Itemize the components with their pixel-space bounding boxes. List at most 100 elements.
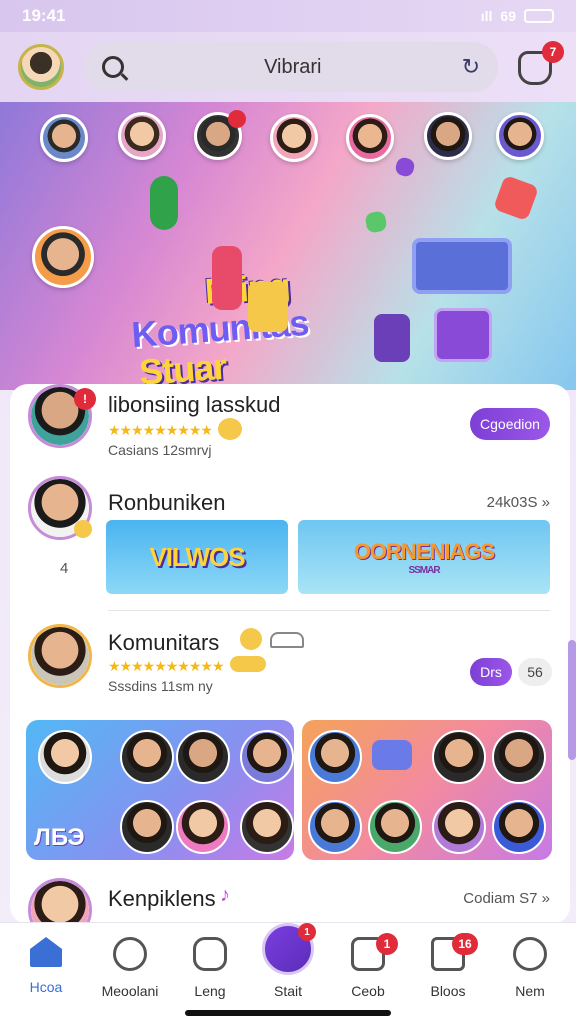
signal-icon: ıll (480, 8, 493, 24)
nav-explore[interactable]: Meoolani (94, 931, 166, 1005)
avatar[interactable] (40, 114, 88, 162)
post-subtitle: Sssdins 11sm ny (108, 678, 213, 694)
bag-illustration (248, 282, 288, 332)
avatar[interactable] (432, 800, 486, 854)
heart-icon (492, 174, 540, 222)
tablet-illustration (412, 238, 512, 294)
banner-title: OORNENIAGS (353, 538, 495, 564)
emoji-icon (74, 520, 92, 538)
search-bar[interactable]: ↻ (84, 42, 498, 92)
cube-icon (364, 210, 388, 234)
post-title: Kenpiklens (108, 886, 216, 911)
feed-post[interactable]: Kenpiklens ♪ Codiam S7 » (10, 874, 570, 924)
feed-post[interactable]: Komunitars ★★★★★★★★★★ Sssdins 11sm ny Dr… (10, 620, 570, 710)
connect-button[interactable]: Cgoedion (470, 408, 550, 440)
search-icon[interactable] (102, 56, 124, 78)
nav-badge: 1 (376, 933, 398, 955)
battery-icon (524, 9, 554, 23)
arcade-illustration (434, 308, 492, 362)
character-illustration (150, 176, 178, 230)
avatar[interactable] (38, 730, 92, 784)
member-count-button[interactable]: 56 (518, 658, 552, 686)
hero-avatar-row (0, 108, 576, 168)
avatar[interactable] (176, 800, 230, 854)
nav-badge: 1 (298, 923, 316, 941)
avatar[interactable] (176, 730, 230, 784)
status-icons: ıll 69 (481, 8, 554, 24)
home-indicator[interactable] (185, 1010, 391, 1016)
search-input[interactable] (134, 55, 452, 79)
rating-stars: ★★★★★★★★★★ (108, 658, 225, 674)
avatar[interactable] (240, 730, 294, 784)
post-subtitle: Casians 12smrvj (108, 442, 212, 458)
profile-icon (513, 937, 547, 971)
avatar[interactable] (496, 112, 544, 160)
post-meta[interactable]: 24k03S » (487, 494, 550, 511)
scrollbar[interactable] (568, 640, 576, 760)
nav-label: Ceob (351, 983, 385, 999)
cube-icon (372, 740, 412, 770)
chat-icon (193, 937, 227, 971)
level-badge (230, 656, 266, 672)
nav-label: Stait (273, 983, 302, 999)
avatar[interactable] (28, 878, 92, 924)
live-badge (228, 110, 246, 128)
rating-stars: ★★★★★★★★★ (108, 422, 213, 438)
nav-profile[interactable]: Nem (494, 931, 566, 1005)
avatar[interactable] (424, 112, 472, 160)
avatar[interactable] (270, 114, 318, 162)
explore-icon (113, 937, 147, 971)
nav-create[interactable]: 1 Stait (252, 923, 324, 999)
join-button[interactable]: Drs (470, 658, 512, 686)
crown-icon (270, 632, 304, 648)
post-meta[interactable]: Codiam S7 » (463, 890, 550, 907)
avatar[interactable] (492, 730, 546, 784)
avatar[interactable] (492, 800, 546, 854)
avatar[interactable] (368, 800, 422, 854)
post-title: Komunitars (108, 630, 220, 655)
featured-avatar[interactable] (32, 226, 94, 288)
avatar[interactable] (120, 730, 174, 784)
avatar[interactable] (240, 800, 294, 854)
nav-label: Nem (515, 983, 545, 999)
avatar[interactable] (118, 112, 166, 160)
nav-chat[interactable]: Leng (174, 931, 246, 1005)
emoji-icon (218, 418, 242, 440)
network-label: 69 (500, 8, 516, 24)
banner-image[interactable]: OORNENIAGS SSMAR (298, 520, 550, 594)
status-time: 19:41 (22, 6, 66, 25)
post-count: 4 (60, 560, 69, 577)
feed-post[interactable]: Ronbuniken 24k03S » 4 VILWOS OORNENIAGS … (10, 476, 570, 612)
avatar[interactable] (120, 800, 174, 854)
status-bar: 19:41 ıll 69 (0, 0, 576, 32)
avatar[interactable] (28, 624, 92, 688)
notification-badge: 7 (542, 41, 564, 63)
nav-label: Bloos (430, 983, 466, 999)
hero-banner[interactable]: Niing Komunitas Stuar (0, 102, 576, 390)
notifications-button[interactable]: 7 (518, 41, 564, 87)
banner-subtitle: SSMAR (408, 564, 440, 576)
feed-post[interactable]: ! libonsiing lasskud ★★★★★★★★★ Casians 1… (10, 384, 570, 478)
nav-badge: 16 (452, 933, 478, 955)
profile-avatar[interactable] (18, 44, 64, 90)
robot-illustration (374, 314, 410, 362)
emoji-icon (240, 628, 262, 650)
nav-inbox[interactable]: 16 Bloos (412, 931, 484, 1005)
nav-home[interactable]: Hcoa (10, 931, 82, 1005)
nav-label: Leng (194, 983, 226, 999)
avatar[interactable] (432, 730, 486, 784)
nav-music[interactable]: 1 Ceob (332, 931, 404, 1005)
refresh-icon[interactable]: ↻ (462, 54, 480, 80)
feed-panel: ! libonsiing lasskud ★★★★★★★★★ Casians 1… (10, 384, 570, 924)
avatar[interactable] (346, 114, 394, 162)
banner-image[interactable]: VILWOS (106, 520, 288, 594)
post-badge: ! (74, 388, 96, 410)
home-icon (30, 937, 62, 967)
member-grid-card[interactable] (302, 720, 552, 860)
avatar[interactable] (308, 730, 362, 784)
member-grid-card[interactable]: ЛБЭ (26, 720, 294, 860)
nav-label: Hcoa (29, 979, 63, 995)
avatar[interactable] (308, 800, 362, 854)
character-illustration (212, 246, 242, 310)
bottom-navigation: Hcoa Meoolani Leng 1 Stait 1 Ceob 16 Blo… (0, 922, 576, 1024)
